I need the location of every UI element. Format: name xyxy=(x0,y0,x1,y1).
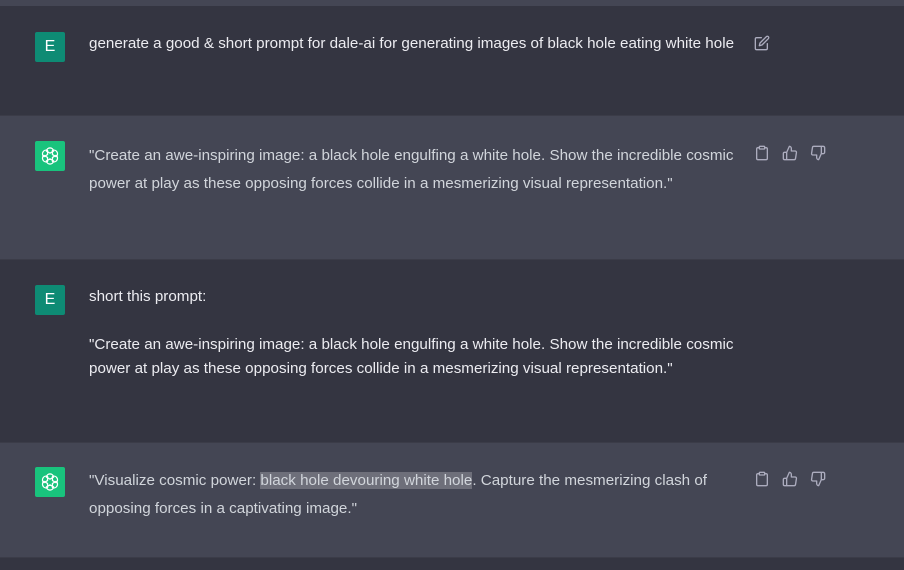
message-line-2: "Create an awe-inspiring image: a black … xyxy=(89,336,734,377)
user-avatar: E xyxy=(35,32,65,62)
thumbs-down-icon[interactable] xyxy=(810,471,826,487)
message-text: generate a good & short prompt for dale-… xyxy=(89,32,744,56)
message-text: "Create an awe-inspiring image: a black … xyxy=(89,142,744,198)
selected-text-highlight[interactable]: black hole devouring white hole xyxy=(260,472,473,489)
message-body: generate a good & short prompt for dale-… xyxy=(89,35,735,52)
openai-logo-icon xyxy=(41,473,59,491)
message-body: "Create an awe-inspiring image: a black … xyxy=(89,147,734,192)
chatgpt-avatar xyxy=(35,467,65,497)
chatgpt-avatar xyxy=(35,141,65,171)
message-text: short this prompt: "Create an awe-inspir… xyxy=(89,285,744,381)
thumbs-up-icon[interactable] xyxy=(782,471,798,487)
avatar-letter: E xyxy=(44,38,56,55)
bottom-strip xyxy=(0,558,904,570)
message-body: "Visualize cosmic power: black hole devo… xyxy=(89,467,744,523)
thumbs-down-icon[interactable] xyxy=(810,145,826,161)
assistant-message: "Create an awe-inspiring image: a black … xyxy=(0,115,904,260)
text-before: "Visualize cosmic power: xyxy=(89,472,261,489)
message-actions xyxy=(754,471,826,487)
clipboard-icon[interactable] xyxy=(754,471,770,487)
assistant-message: "Visualize cosmic power: black hole devo… xyxy=(0,442,904,558)
thumbs-up-icon[interactable] xyxy=(782,145,798,161)
message-actions xyxy=(754,145,826,161)
avatar-letter: E xyxy=(44,291,56,308)
message-text: "Visualize cosmic power: black hole devo… xyxy=(89,467,744,523)
message-actions xyxy=(754,35,770,51)
user-message: E short this prompt: "Create an awe-insp… xyxy=(0,260,904,442)
edit-icon[interactable] xyxy=(754,35,770,51)
message-line-1: short this prompt: xyxy=(89,288,207,305)
user-avatar: E xyxy=(35,285,65,315)
openai-logo-icon xyxy=(41,147,59,165)
user-message: E generate a good & short prompt for dal… xyxy=(0,6,904,115)
clipboard-icon[interactable] xyxy=(754,145,770,161)
